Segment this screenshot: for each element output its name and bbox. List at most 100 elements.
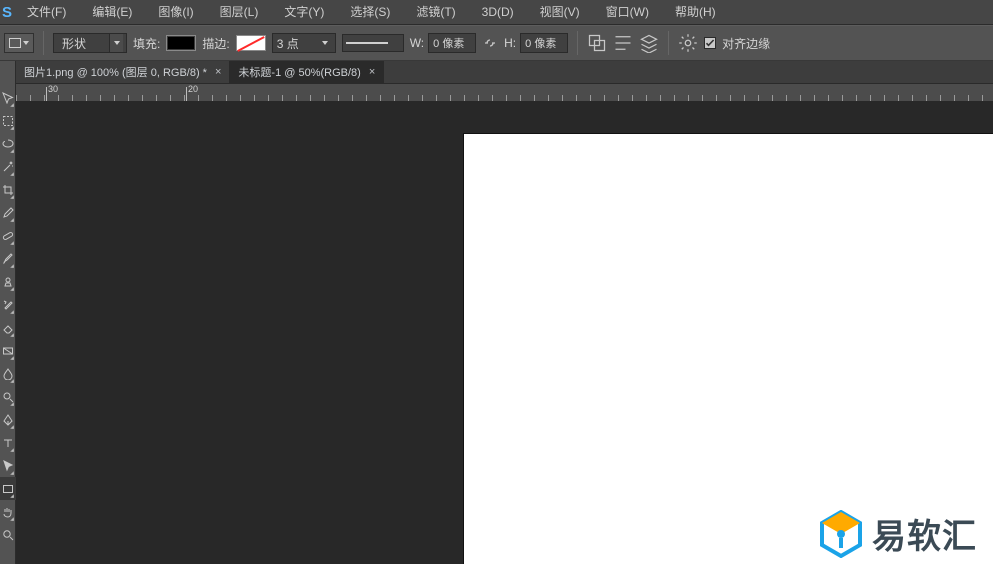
tool-pen[interactable]	[0, 408, 16, 431]
settings-button[interactable]	[678, 33, 698, 53]
document-tab-1[interactable]: 未标题-1 @ 50%(RGB/8) ×	[230, 61, 384, 83]
ruler-tick	[156, 95, 157, 101]
ruler-tick	[44, 95, 45, 101]
watermark: 易软汇	[820, 509, 977, 558]
menu-edit[interactable]: 编辑(E)	[79, 0, 145, 25]
tool-type[interactable]	[0, 431, 16, 454]
ruler-tick	[576, 95, 577, 101]
stroke-swatch-none[interactable]	[236, 35, 266, 51]
menu-3d[interactable]: 3D(D)	[469, 0, 527, 25]
ruler-tick	[786, 95, 787, 101]
tool-brush[interactable]	[0, 247, 16, 270]
menu-file[interactable]: 文件(F)	[14, 0, 79, 25]
rectangle-icon	[2, 483, 14, 495]
ruler-tick	[240, 95, 241, 101]
menu-window[interactable]: 窗口(W)	[593, 0, 662, 25]
ruler-tick	[492, 95, 493, 101]
width-input[interactable]: 0 像素	[428, 33, 476, 53]
link-wh-toggle[interactable]	[482, 35, 498, 51]
ruler-tick	[184, 95, 185, 101]
ruler-tick	[324, 95, 325, 101]
ruler-tick	[170, 95, 171, 101]
menu-view[interactable]: 视图(V)	[527, 0, 593, 25]
move-icon	[2, 92, 14, 104]
tool-preset-picker[interactable]	[4, 33, 34, 53]
height-label: H:	[504, 36, 516, 50]
height-input[interactable]: 0 像素	[520, 33, 568, 53]
tool-blur[interactable]	[0, 362, 16, 385]
tool-move[interactable]	[0, 86, 16, 109]
divider	[43, 31, 44, 55]
ruler-tick	[366, 95, 367, 101]
watermark-text: 易软汇	[872, 509, 977, 558]
tool-gradient[interactable]	[0, 339, 16, 362]
path-arrangement-button[interactable]	[639, 33, 659, 53]
tool-magic-wand[interactable]	[0, 155, 16, 178]
document-canvas[interactable]	[464, 134, 993, 564]
chevron-down-icon	[23, 41, 29, 45]
ruler-tick	[982, 95, 983, 101]
ruler-tick	[758, 95, 759, 101]
ruler-tick	[296, 95, 297, 101]
menu-type[interactable]: 文字(Y)	[271, 0, 337, 25]
ruler-tick	[940, 95, 941, 101]
tool-crop[interactable]	[0, 178, 16, 201]
tool-eyedropper[interactable]	[0, 201, 16, 224]
width-value: 0 像素	[433, 35, 464, 51]
tool-hand[interactable]	[0, 500, 16, 523]
close-icon[interactable]: ×	[369, 66, 375, 78]
path-operations-button[interactable]	[587, 33, 607, 53]
ruler-tick	[954, 95, 955, 101]
tool-stamp[interactable]	[0, 270, 16, 293]
stroke-width-field[interactable]: 3 点	[272, 33, 336, 53]
shape-mode-label: 形状	[62, 35, 86, 52]
ruler-tick	[856, 95, 857, 101]
menu-select[interactable]: 选择(S)	[337, 0, 403, 25]
ruler-tick	[618, 95, 619, 101]
ruler-tick	[590, 95, 591, 101]
ruler-tick	[646, 95, 647, 101]
menu-layer[interactable]: 图层(L)	[207, 0, 272, 25]
ruler-tick	[268, 95, 269, 101]
stroke-label: 描边:	[202, 35, 229, 52]
ruler-tick	[380, 95, 381, 101]
ruler-tick	[226, 95, 227, 101]
document-tabs: 图片1.png @ 100% (图层 0, RGB/8) * × 未标题-1 @…	[16, 61, 993, 84]
document-tab-0[interactable]: 图片1.png @ 100% (图层 0, RGB/8) * ×	[16, 61, 230, 83]
tool-path-select[interactable]	[0, 454, 16, 477]
align-edges-label: 对齐边缘	[722, 35, 770, 52]
path-alignment-button[interactable]	[613, 33, 633, 53]
ruler-tick	[310, 95, 311, 101]
ruler-tick	[800, 95, 801, 101]
ruler-tick	[716, 95, 717, 101]
horizontal-ruler: 30 20	[16, 84, 993, 102]
close-icon[interactable]: ×	[215, 66, 221, 78]
droplet-icon	[2, 368, 14, 380]
align-edges-checkbox[interactable]	[704, 37, 716, 49]
gear-icon	[678, 33, 698, 53]
app-logo: S	[0, 0, 14, 24]
ruler-tick	[100, 95, 101, 101]
tool-rectangle[interactable]	[0, 477, 16, 500]
eraser-icon	[2, 322, 14, 334]
tool-marquee[interactable]	[0, 109, 16, 132]
tool-dodge[interactable]	[0, 385, 16, 408]
ruler-tick	[254, 95, 255, 101]
stroke-style-select[interactable]	[342, 34, 404, 52]
ruler-tick	[632, 95, 633, 101]
shape-mode-select[interactable]: 形状	[53, 33, 127, 53]
fill-label: 填充:	[133, 35, 160, 52]
fill-swatch[interactable]	[166, 35, 196, 51]
menu-filter[interactable]: 滤镜(T)	[403, 0, 468, 25]
canvas-area[interactable]	[16, 102, 993, 564]
tool-eraser[interactable]	[0, 316, 16, 339]
tool-healing[interactable]	[0, 224, 16, 247]
gradient-icon	[2, 345, 14, 357]
menu-image[interactable]: 图像(I)	[145, 0, 206, 25]
tool-history-brush[interactable]	[0, 293, 16, 316]
hand-icon	[2, 506, 14, 518]
tool-lasso[interactable]	[0, 132, 16, 155]
menu-help[interactable]: 帮助(H)	[662, 0, 729, 25]
tool-zoom[interactable]	[0, 523, 16, 546]
options-bar: 形状 填充: 描边: 3 点 W: 0 像素 H: 0 像素	[0, 25, 993, 61]
